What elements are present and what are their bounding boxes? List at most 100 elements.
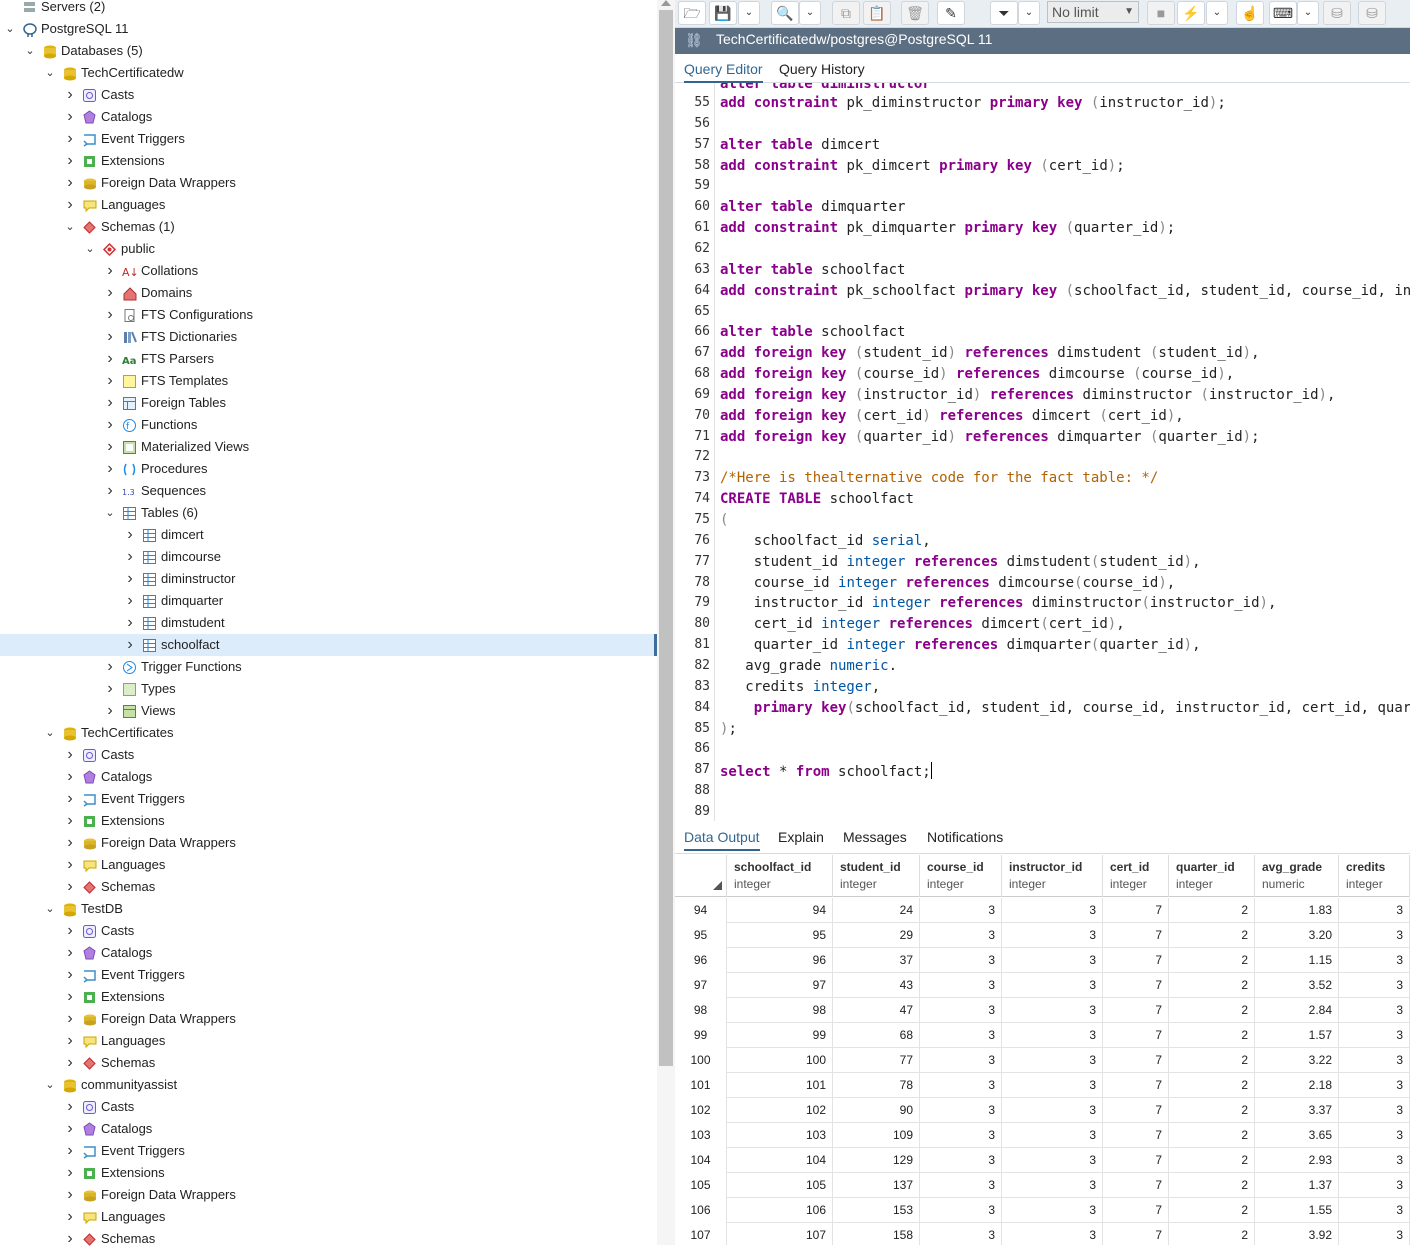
chevron-right-icon[interactable]: ›	[104, 414, 116, 436]
table-cell[interactable]: 7	[1103, 1048, 1169, 1073]
chevron-right-icon[interactable]: ›	[64, 128, 76, 150]
table-cell[interactable]: 3	[1339, 1098, 1410, 1123]
chevron-right-icon[interactable]: ›	[64, 788, 76, 810]
tree-node[interactable]: › Foreign Tables	[0, 392, 657, 414]
table-row[interactable]: 99 99 68 3 3 7 2 1.57 3	[675, 1023, 1410, 1048]
table-cell[interactable]: 2	[1169, 973, 1255, 998]
table-cell[interactable]: 3	[1002, 898, 1103, 923]
table-cell[interactable]: 2	[1169, 1098, 1255, 1123]
table-cell[interactable]: 3	[1002, 1123, 1103, 1148]
chevron-right-icon[interactable]: ›	[64, 194, 76, 216]
chevron-down-icon[interactable]: ⌄	[4, 18, 16, 40]
chevron-right-icon[interactable]: ›	[104, 436, 116, 458]
tree-node[interactable]: › f Functions	[0, 414, 657, 436]
chevron-right-icon[interactable]: ›	[64, 1030, 76, 1052]
table-cell[interactable]: 3	[920, 973, 1002, 998]
column-header[interactable]: credits integer	[1339, 855, 1410, 897]
tree-node[interactable]: › dimquarter	[0, 590, 657, 612]
table-cell[interactable]: 2.84	[1255, 998, 1339, 1023]
tree-node[interactable]: › FTS Configurations	[0, 304, 657, 326]
chevron-right-icon[interactable]: ›	[104, 700, 116, 722]
table-cell[interactable]: 96	[727, 948, 833, 973]
tree-node[interactable]: › A↓ Collations	[0, 260, 657, 282]
chevron-right-icon[interactable]: ›	[104, 392, 116, 414]
table-cell[interactable]: 106	[727, 1198, 833, 1223]
table-cell[interactable]: 3	[1339, 1073, 1410, 1098]
table-cell[interactable]: 3	[1339, 898, 1410, 923]
chevron-right-icon[interactable]: ›	[104, 260, 116, 282]
chevron-down-icon[interactable]: ⌄	[44, 722, 56, 744]
table-cell[interactable]: 3.22	[1255, 1048, 1339, 1073]
chevron-right-icon[interactable]: ›	[64, 1228, 76, 1246]
chevron-down-icon[interactable]: ⌄	[44, 62, 56, 84]
table-cell[interactable]: 1.37	[1255, 1173, 1339, 1198]
table-cell[interactable]: 2	[1169, 1223, 1255, 1245]
table-cell[interactable]: 7	[1103, 998, 1169, 1023]
table-cell[interactable]: 3	[1339, 948, 1410, 973]
table-cell[interactable]: 104	[727, 1148, 833, 1173]
chevron-right-icon[interactable]: ›	[64, 1206, 76, 1228]
chevron-right-icon[interactable]: ›	[64, 876, 76, 898]
table-cell[interactable]: 3	[1002, 1198, 1103, 1223]
row-number[interactable]: 98	[675, 998, 727, 1023]
table-cell[interactable]: 3	[1002, 998, 1103, 1023]
row-number[interactable]: 94	[675, 898, 727, 923]
tree-node[interactable]: › FTS Templates	[0, 370, 657, 392]
column-header[interactable]: student_id integer	[833, 855, 920, 897]
tree-node[interactable]: › Event Triggers	[0, 128, 657, 150]
table-cell[interactable]: 7	[1103, 1123, 1169, 1148]
table-cell[interactable]: 3	[920, 1048, 1002, 1073]
tab-explain[interactable]: Explain	[778, 829, 824, 845]
row-number[interactable]: 107	[675, 1223, 727, 1245]
table-row[interactable]: 103 103 109 3 3 7 2 3.65 3	[675, 1123, 1410, 1148]
tree-node[interactable]: › Materialized Views	[0, 436, 657, 458]
chevron-down-icon[interactable]: ⌄	[44, 1074, 56, 1096]
column-header[interactable]: course_id integer	[920, 855, 1002, 897]
chevron-down-icon[interactable]: ⌄	[84, 238, 96, 260]
table-cell[interactable]: 3	[920, 998, 1002, 1023]
table-cell[interactable]: 2.93	[1255, 1148, 1339, 1173]
row-number[interactable]: 105	[675, 1173, 727, 1198]
table-cell[interactable]: 78	[833, 1073, 920, 1098]
tree-node[interactable]: ⌄ communityassist	[0, 1074, 657, 1096]
chevron-right-icon[interactable]: ›	[64, 744, 76, 766]
chevron-right-icon[interactable]: ›	[104, 282, 116, 304]
table-cell[interactable]: 2	[1169, 923, 1255, 948]
table-cell[interactable]: 2	[1169, 998, 1255, 1023]
tree-node[interactable]: › Views	[0, 700, 657, 722]
column-header[interactable]: schoolfact_id integer	[727, 855, 833, 897]
table-cell[interactable]: 3	[1002, 1148, 1103, 1173]
tree-node[interactable]: ⌄ public	[0, 238, 657, 260]
table-cell[interactable]: 3	[1339, 998, 1410, 1023]
table-cell[interactable]: 3	[1002, 1073, 1103, 1098]
table-cell[interactable]: 3	[920, 1073, 1002, 1098]
chevron-down-icon[interactable]: ⌄	[24, 40, 36, 62]
tree-node[interactable]: › Languages	[0, 194, 657, 216]
table-cell[interactable]: 7	[1103, 1148, 1169, 1173]
grid-corner[interactable]	[675, 855, 727, 897]
tree-node[interactable]: ⌄ TestDB	[0, 898, 657, 920]
table-cell[interactable]: 2	[1169, 1173, 1255, 1198]
tree-node[interactable]: › dimstudent	[0, 612, 657, 634]
chevron-right-icon[interactable]: ›	[124, 612, 136, 634]
table-cell[interactable]: 3.65	[1255, 1123, 1339, 1148]
scrollbar-thumb[interactable]	[659, 10, 673, 1066]
table-row[interactable]: 96 96 37 3 3 7 2 1.15 3	[675, 948, 1410, 973]
row-number[interactable]: 104	[675, 1148, 727, 1173]
table-cell[interactable]: 3	[1339, 1123, 1410, 1148]
filter-dropdown-button[interactable]: ⌄	[1018, 1, 1040, 25]
table-cell[interactable]: 43	[833, 973, 920, 998]
table-cell[interactable]: 3	[1339, 1198, 1410, 1223]
table-cell[interactable]: 3	[920, 1223, 1002, 1245]
table-cell[interactable]: 7	[1103, 1198, 1169, 1223]
table-cell[interactable]: 1.55	[1255, 1198, 1339, 1223]
tree-node[interactable]: › Schemas	[0, 1052, 657, 1074]
table-row[interactable]: 107 107 158 3 3 7 2 3.92 3	[675, 1223, 1410, 1245]
table-cell[interactable]: 3	[1002, 1098, 1103, 1123]
tree-node[interactable]: › Procedures	[0, 458, 657, 480]
table-cell[interactable]: 98	[727, 998, 833, 1023]
tree-node[interactable]: › FTS Dictionaries	[0, 326, 657, 348]
filter-button[interactable]: ⏷	[990, 1, 1018, 25]
table-cell[interactable]: 3	[1339, 923, 1410, 948]
table-cell[interactable]: 77	[833, 1048, 920, 1073]
